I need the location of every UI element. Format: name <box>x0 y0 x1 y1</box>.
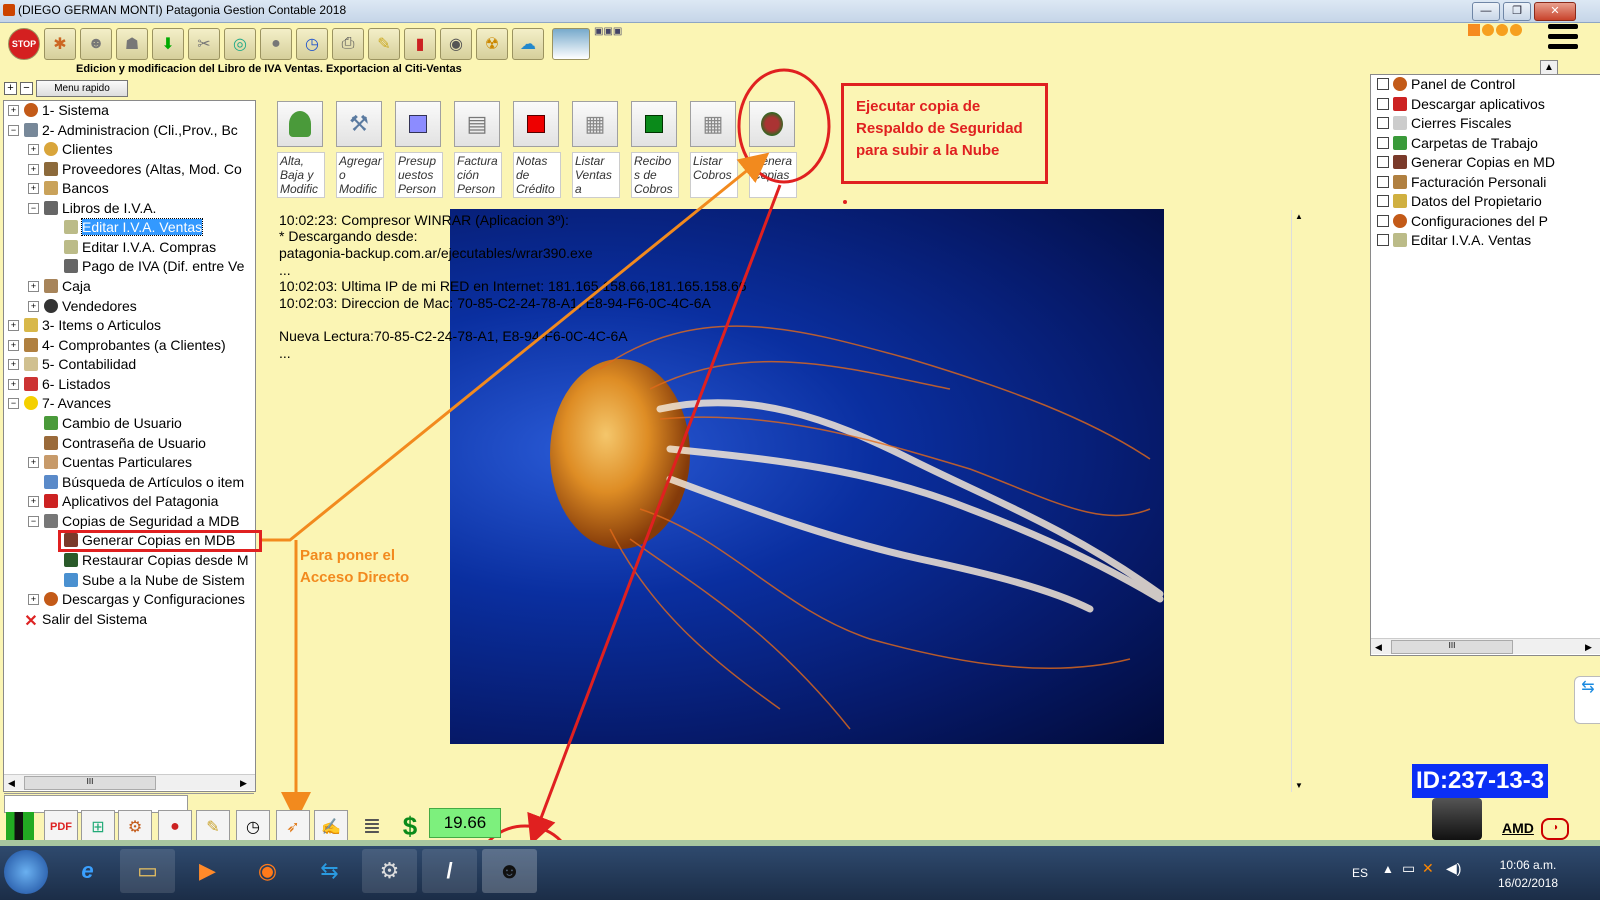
printer-device-icon <box>1432 798 1482 840</box>
signature-icon[interactable]: ✍ <box>314 810 348 844</box>
backup-shortcut-icon[interactable]: ☻ <box>482 849 537 893</box>
document-app-icon[interactable]: / <box>422 849 477 893</box>
network-icon[interactable]: ⊞ <box>81 810 115 844</box>
explorer-icon[interactable]: ▭ <box>120 849 175 893</box>
media-player-icon[interactable]: ▶ <box>180 849 235 893</box>
start-button[interactable] <box>4 850 48 894</box>
network-tray-icon[interactable]: ▭ <box>1402 860 1415 877</box>
ie-icon[interactable]: e <box>60 849 115 893</box>
shortcut-target-icon[interactable]: ➶ <box>276 810 310 844</box>
brand-label: AMD <box>1502 820 1534 836</box>
volume-tray-icon[interactable]: ◀) <box>1446 860 1461 877</box>
warning-tray-icon[interactable]: ✕ <box>1422 860 1434 877</box>
value-display: 19.66 <box>429 808 501 838</box>
id-badge: ID:237-13-3 <box>1412 764 1549 798</box>
tray-arrow-icon[interactable]: ▲ <box>1382 862 1394 876</box>
orange-arrow-up <box>262 152 770 542</box>
red-arrow-down <box>527 184 782 846</box>
language-indicator[interactable]: ES <box>1352 866 1368 880</box>
clock-icon[interactable]: ◷ <box>236 810 270 844</box>
brand-logo-icon: ◑ <box>1541 818 1569 840</box>
clock-time[interactable]: 10:06 a.m. <box>1488 858 1568 872</box>
firefox-icon[interactable]: ◉ <box>240 849 295 893</box>
coins-icon[interactable]: ≣ <box>356 810 388 842</box>
apple-icon[interactable]: ● <box>158 810 192 844</box>
tag-icon[interactable]: ✎ <box>196 810 230 844</box>
annotation-arrows <box>262 68 831 900</box>
pdf-icon[interactable]: PDF <box>44 810 78 844</box>
dollar-icon[interactable]: $ <box>394 810 426 842</box>
clock-date[interactable]: 16/02/2018 <box>1488 876 1568 890</box>
patagonia-app-icon[interactable]: ⚙ <box>362 849 417 893</box>
gear-icon[interactable]: ⚙ <box>118 810 152 844</box>
teamviewer-icon[interactable]: ⇆ <box>302 849 357 893</box>
